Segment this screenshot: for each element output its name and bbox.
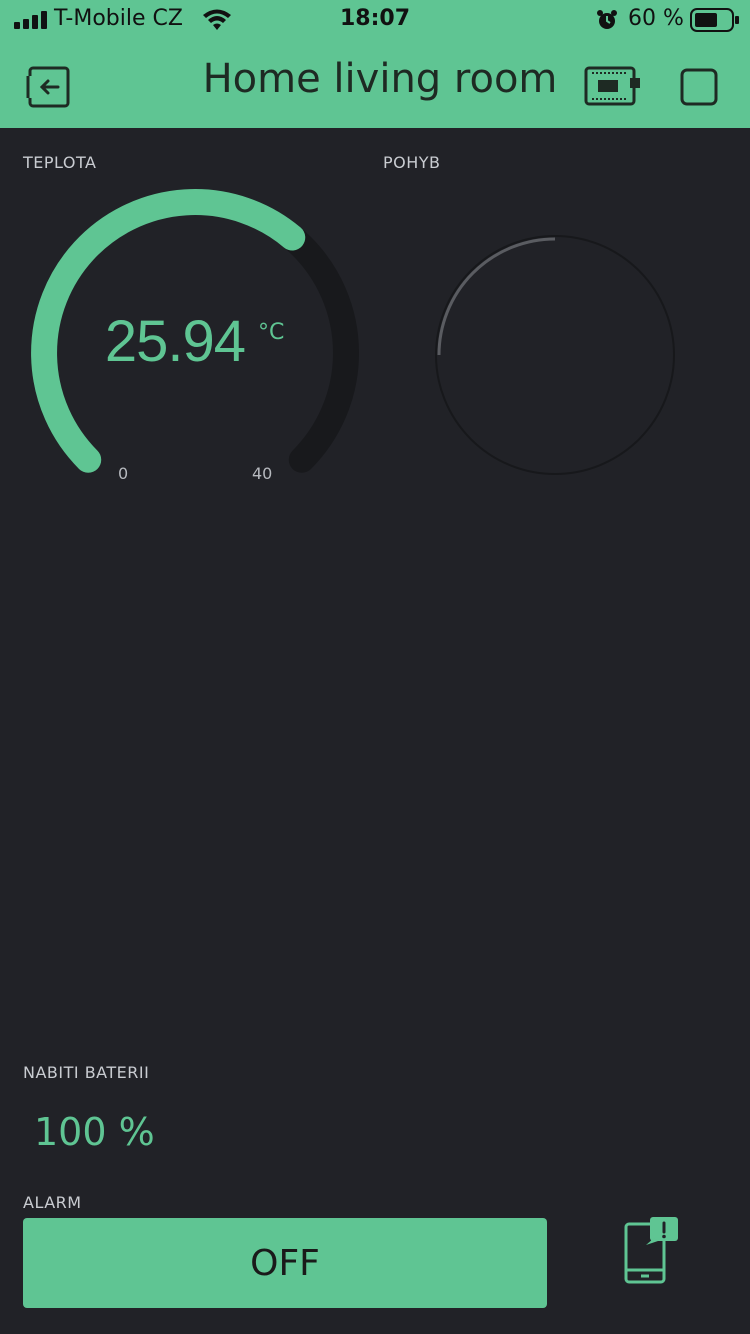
stop-square-icon[interactable]: [680, 68, 718, 106]
temperature-unit: °C: [258, 320, 285, 345]
top-bar: T-Mobile CZ 18:07 60 % Home living room: [0, 0, 750, 128]
page-title: Home living room: [202, 56, 558, 102]
exit-icon[interactable]: [26, 66, 76, 108]
battery-value: 100 %: [34, 1110, 155, 1154]
gauge-max-label: 40: [252, 464, 273, 483]
battery-percent: 60 %: [628, 6, 684, 31]
battery-label: NABITI BATERII: [23, 1063, 150, 1082]
gauge-min-label: 0: [118, 464, 129, 483]
device-board-icon[interactable]: [584, 66, 642, 108]
motion-indicator: [435, 235, 675, 475]
alarm-clock-icon: [597, 10, 617, 29]
phone-alert-icon[interactable]: [616, 1214, 680, 1286]
battery-icon: [690, 8, 739, 32]
alarm-label: ALARM: [23, 1193, 82, 1212]
pohyb-label: POHYB: [383, 153, 441, 172]
alarm-toggle-button[interactable]: OFF: [23, 1218, 547, 1308]
temperature-value: 25.94: [104, 309, 246, 374]
status-bar: T-Mobile CZ 18:07 60 %: [0, 0, 750, 40]
